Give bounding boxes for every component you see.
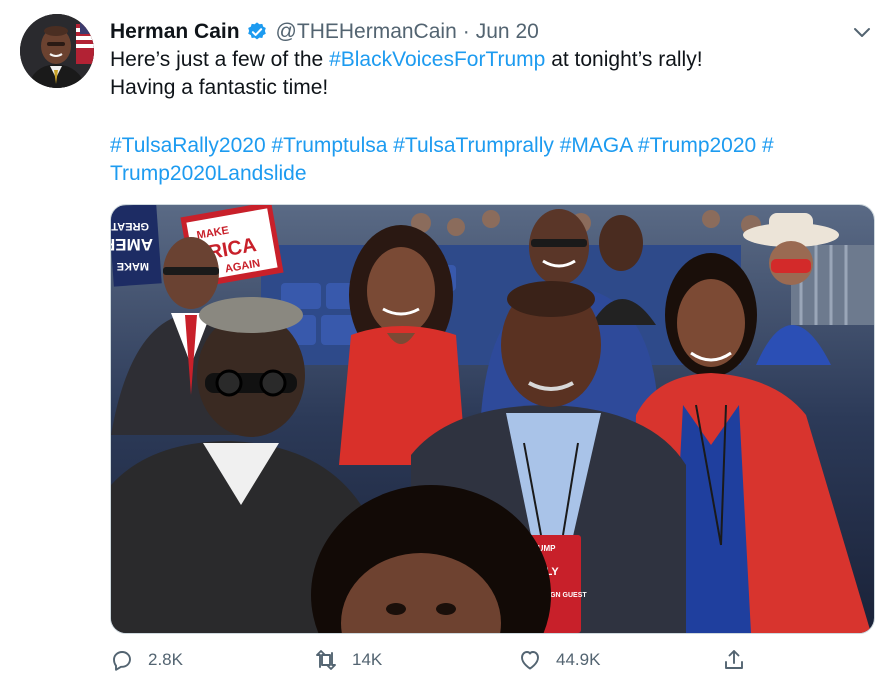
hashtags-line-1[interactable]: #TulsaRally2020 #Trumptulsa #TulsaTrumpr… [110, 132, 880, 160]
share-button[interactable] [722, 644, 746, 676]
retweet-button[interactable]: 14K [314, 644, 382, 676]
share-icon [725, 650, 743, 669]
like-count: 44.9K [556, 650, 601, 669]
tweet-card[interactable]: Herman Cain @THEHermanCain · Jun 20 Here… [0, 0, 886, 680]
tweet-header: Herman Cain @THEHermanCain · Jun 20 [110, 16, 539, 48]
tweet-actions: 2.8K 14K 44.9K [110, 644, 870, 676]
author-handle[interactable]: @THEHermanCain [276, 20, 457, 44]
svg-text:MAKE: MAKE [117, 260, 149, 272]
heart-icon [521, 651, 539, 670]
tweet-date[interactable]: Jun 20 [476, 20, 539, 44]
verified-badge-icon [247, 22, 266, 40]
retweet-count: 14K [352, 650, 383, 669]
reply-button[interactable]: 2.8K [110, 644, 183, 676]
tweet-text-line-1: Here’s just a few of the #BlackVoicesFor… [110, 46, 880, 74]
tweet-hashtags: #TulsaRally2020 #Trumptulsa #TulsaTrumpr… [110, 132, 880, 188]
like-button[interactable]: 44.9K [518, 644, 600, 676]
avatar-image [20, 14, 94, 88]
hashtags-line-2[interactable]: Trump2020Landslide [110, 160, 880, 188]
tweet-text-line-2: Having a fantastic time! [110, 76, 329, 99]
svg-text:AMERI: AMERI [111, 235, 153, 254]
retweet-icon [316, 650, 336, 670]
rally-photo: GREAT AMERI MAKE MAKE RICA AGAIN [111, 205, 874, 633]
hashtag-link[interactable]: #BlackVoicesForTrump [329, 48, 545, 71]
author-name[interactable]: Herman Cain [110, 20, 240, 44]
chevron-down-icon[interactable] [850, 20, 874, 44]
reply-icon [113, 651, 131, 671]
header-separator: · [462, 20, 470, 43]
tweet-text-pre: Here’s just a few of the [110, 48, 330, 71]
sign-make-america: GREAT AMERI MAKE [111, 205, 162, 287]
svg-text:GREAT: GREAT [111, 220, 149, 232]
avatar[interactable] [20, 14, 94, 88]
tweet-text-post: at tonight’s rally! [545, 48, 703, 71]
tweet-text: Here’s just a few of the #BlackVoicesFor… [110, 46, 880, 102]
tweet-photo[interactable]: GREAT AMERI MAKE MAKE RICA AGAIN [110, 204, 875, 634]
reply-count: 2.8K [148, 650, 183, 669]
